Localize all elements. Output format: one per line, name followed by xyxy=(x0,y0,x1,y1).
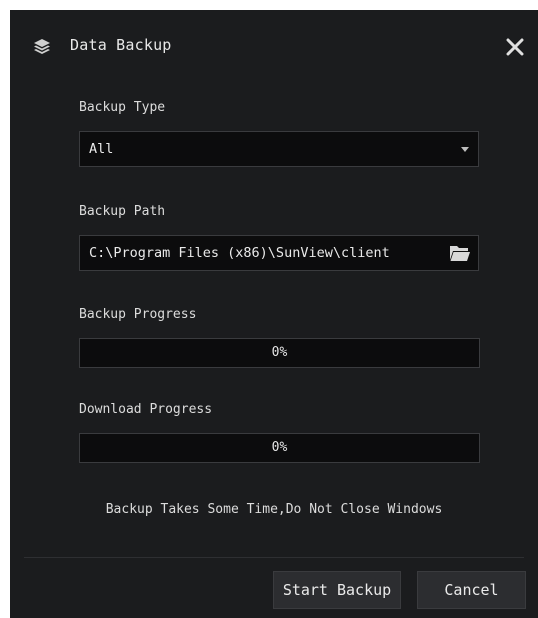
backup-progress-text: 0% xyxy=(271,345,288,360)
folder-icon xyxy=(450,246,470,261)
dialog-title: Data Backup xyxy=(70,36,172,54)
footer-divider xyxy=(24,557,524,558)
download-progress-bar: 0% xyxy=(79,433,480,463)
start-backup-button[interactable]: Start Backup xyxy=(273,571,401,609)
download-progress-label: Download Progress xyxy=(79,402,213,417)
backup-type-value: All xyxy=(89,141,114,157)
backup-path-field[interactable]: C:\Program Files (x86)\SunView\client xyxy=(79,235,479,271)
backup-type-label: Backup Type xyxy=(79,100,166,115)
backup-type-select[interactable]: All xyxy=(79,131,479,167)
dialog-titlebar: Data Backup xyxy=(10,10,538,82)
layers-icon xyxy=(32,37,52,57)
backup-notice: Backup Takes Some Time,Do Not Close Wind… xyxy=(105,502,443,517)
close-button[interactable] xyxy=(502,34,528,60)
backup-progress-bar: 0% xyxy=(79,338,480,368)
close-icon xyxy=(506,38,524,56)
data-backup-dialog: Data Backup Backup Type All Backup Path … xyxy=(10,10,538,618)
cancel-button[interactable]: Cancel xyxy=(417,571,526,609)
backup-progress-label: Backup Progress xyxy=(79,307,197,322)
backup-path-label: Backup Path xyxy=(79,204,166,219)
backup-path-value: C:\Program Files (x86)\SunView\client xyxy=(89,245,390,261)
chevron-down-icon xyxy=(461,147,469,152)
download-progress-text: 0% xyxy=(271,440,288,455)
browse-folder-button[interactable] xyxy=(449,243,471,263)
